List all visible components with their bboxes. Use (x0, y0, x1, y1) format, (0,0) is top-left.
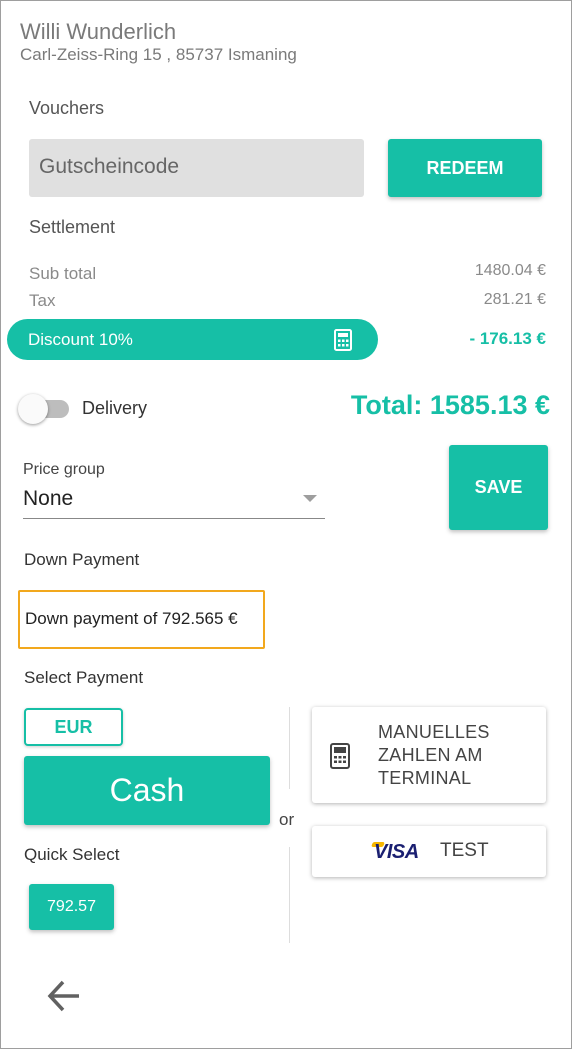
subtotal-label: Sub total (29, 264, 97, 283)
terminal-payment-label: MANUELLES ZAHLEN AM TERMINAL (378, 722, 490, 788)
card-terminal-icon (330, 743, 350, 769)
down-payment-amount[interactable]: Down payment of 792.565 € (18, 590, 265, 649)
customer-address: Carl-Zeiss-Ring 15 , 85737 Ismaning (20, 45, 297, 64)
quick-select-button[interactable]: 792.57 (29, 884, 114, 930)
currency-button[interactable]: EUR (24, 708, 123, 746)
vouchers-heading: Vouchers (29, 98, 105, 118)
down-payment-heading: Down Payment (24, 550, 140, 569)
divider-bottom (289, 847, 290, 943)
price-group-select[interactable]: None (23, 485, 325, 519)
chevron-down-icon (303, 495, 317, 502)
visa-payment-label: TEST (440, 840, 489, 861)
visa-logo: VISA (374, 841, 419, 863)
price-group-value: None (23, 487, 74, 510)
or-label: or (279, 810, 295, 829)
settlement-heading: Settlement (29, 217, 116, 237)
customer-name: Willi Wunderlich (20, 19, 177, 44)
discount-label: Discount 10% (28, 330, 133, 349)
discount-button[interactable]: Discount 10% (7, 319, 378, 360)
subtotal-value: 1480.04 € (474, 262, 546, 279)
divider-top (289, 707, 290, 789)
save-button[interactable]: SAVE (449, 445, 548, 530)
payment-screen: Willi Wunderlich Carl-Zeiss-Ring 15 , 85… (0, 0, 572, 1049)
voucher-code-input[interactable]: Gutscheincode (29, 139, 364, 197)
arrow-left-icon[interactable] (46, 978, 82, 1014)
total-amount: Total: 1585.13 € (350, 390, 550, 420)
tax-label: Tax (29, 291, 56, 310)
select-payment-heading: Select Payment (24, 668, 144, 687)
discount-value: - 176.13 € (469, 329, 546, 348)
visa-payment-card[interactable]: VISA TEST (312, 826, 546, 877)
delivery-label: Delivery (82, 398, 148, 418)
price-group-label: Price group (23, 461, 105, 478)
delivery-toggle[interactable] (18, 394, 48, 424)
tax-value: 281.21 € (483, 291, 546, 308)
redeem-button[interactable]: REDEEM (388, 139, 542, 197)
cash-button[interactable]: Cash (24, 756, 270, 825)
calculator-icon (334, 329, 352, 351)
terminal-payment-card[interactable]: MANUELLES ZAHLEN AM TERMINAL (312, 707, 546, 803)
quick-select-heading: Quick Select (24, 845, 120, 864)
